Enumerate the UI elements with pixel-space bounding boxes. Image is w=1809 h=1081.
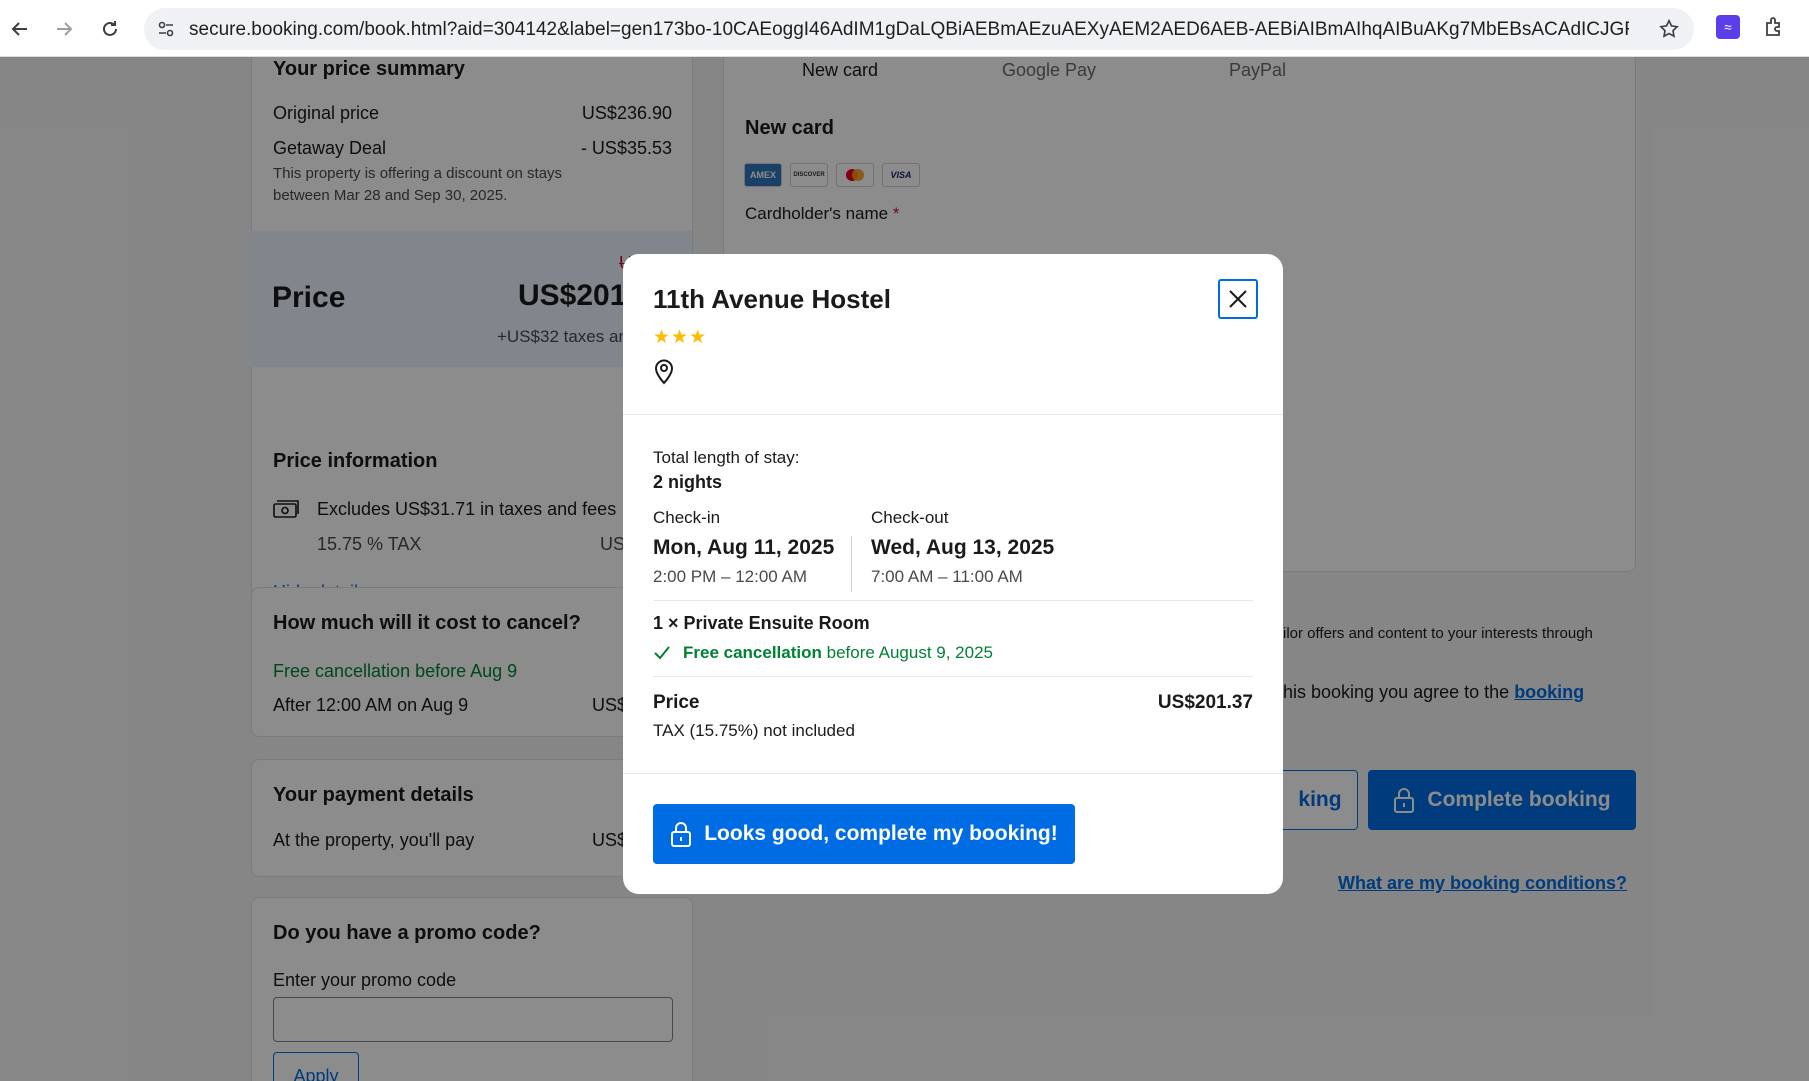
star-rating: ★★★ — [653, 327, 708, 348]
stay-length-label: Total length of stay: — [653, 448, 800, 467]
room-type: 1 × Private Ensuite Room — [653, 613, 870, 633]
confirm-booking-label: Looks good, complete my booking! — [704, 822, 1058, 845]
free-cancellation-bold: Free cancellation — [683, 643, 822, 662]
modal-price-value: US$201.37 — [1157, 692, 1253, 713]
checkmark-icon — [654, 646, 670, 660]
section-divider — [653, 600, 1253, 601]
check-out-date: Wed, Aug 13, 2025 — [871, 536, 1055, 559]
check-in-label: Check-in — [653, 508, 721, 527]
free-cancellation-note: Free cancellation before August 9, 2025 — [683, 643, 993, 663]
bookmark-star-icon[interactable] — [1658, 18, 1680, 40]
map-pin-icon — [654, 359, 674, 385]
close-button[interactable] — [1218, 279, 1258, 319]
forward-button[interactable] — [47, 12, 81, 46]
reload-icon — [103, 21, 117, 36]
check-out-label: Check-out — [871, 508, 949, 527]
hotel-name: 11th Avenue Hostel — [653, 284, 891, 314]
modal-divider — [623, 414, 1283, 415]
section-divider — [653, 676, 1253, 677]
extensions-puzzle-icon[interactable] — [1762, 15, 1786, 39]
modal-price-label: Price — [653, 692, 700, 713]
check-in-time: 2:00 PM – 12:00 AM — [653, 567, 808, 586]
check-in-date: Mon, Aug 11, 2025 — [653, 536, 835, 559]
reload-button[interactable] — [93, 12, 127, 46]
url-text[interactable]: secure.booking.com/book.html?aid=304142&… — [189, 19, 1629, 41]
extension-icon[interactable]: ≈ — [1716, 15, 1740, 39]
arrow-left-icon — [11, 22, 27, 36]
arrow-right-icon — [57, 22, 73, 36]
confirm-booking-button[interactable]: Looks good, complete my booking! — [653, 804, 1075, 864]
address-bar[interactable]: secure.booking.com/book.html?aid=304142&… — [144, 8, 1694, 50]
browser-toolbar: secure.booking.com/book.html?aid=304142&… — [0, 0, 1809, 57]
free-cancellation-date: before August 9, 2025 — [826, 643, 993, 662]
date-separator — [851, 536, 852, 592]
booking-confirmation-modal: 11th Avenue Hostel ★★★ Total length of s… — [623, 254, 1283, 894]
back-button[interactable] — [3, 12, 37, 46]
tax-not-included-note: TAX (15.75%) not included — [653, 721, 855, 740]
site-settings-icon[interactable] — [156, 19, 176, 39]
close-icon — [1229, 290, 1247, 308]
stay-length-value: 2 nights — [653, 472, 723, 492]
lock-icon — [671, 822, 692, 847]
modal-divider — [623, 773, 1283, 774]
check-out-time: 7:00 AM – 11:00 AM — [871, 567, 1023, 586]
